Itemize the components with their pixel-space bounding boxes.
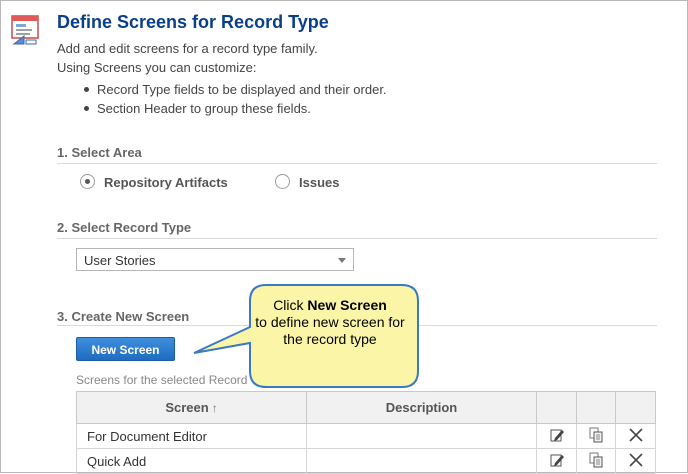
column-header-description: Description xyxy=(306,391,537,424)
page-title: Define Screens for Record Type xyxy=(57,12,329,32)
screen-layout-icon xyxy=(11,15,39,45)
radio-label-issues[interactable]: Issues xyxy=(299,175,339,190)
callout-prefix: Click xyxy=(273,297,308,313)
edit-icon xyxy=(550,429,564,441)
section-divider xyxy=(57,238,657,239)
column-header-edit xyxy=(536,391,577,424)
callout-emphasis: New Screen xyxy=(307,297,387,313)
table-row: Quick Add xyxy=(76,448,656,474)
description-line-1: Add and edit screens for a record type f… xyxy=(57,41,318,56)
copy-icon xyxy=(589,452,603,467)
section-label-area: 1. Select Area xyxy=(57,145,142,160)
close-icon xyxy=(628,427,643,442)
column-header-screen[interactable]: Screen ↑ xyxy=(76,391,307,424)
section-label-new-screen: 3. Create New Screen xyxy=(57,309,190,324)
record-type-select[interactable]: User Stories xyxy=(76,248,354,271)
close-icon xyxy=(628,452,643,467)
section-divider xyxy=(57,163,657,164)
radio-issues[interactable] xyxy=(275,174,290,189)
radio-repository-artifacts[interactable] xyxy=(80,174,95,189)
edit-button[interactable] xyxy=(536,448,577,474)
callout-suffix: to define new screen for the record type xyxy=(255,314,405,347)
delete-button[interactable] xyxy=(615,448,656,474)
screens-table: Screen↑ Description For Document Editor xyxy=(76,391,656,474)
copy-button[interactable] xyxy=(576,423,616,449)
description-cell xyxy=(306,448,537,474)
description-line-2: Using Screens you can customize: xyxy=(57,60,257,75)
column-header-copy xyxy=(576,391,616,424)
screen-name-cell: Quick Add xyxy=(76,448,307,474)
delete-button[interactable] xyxy=(615,423,656,449)
copy-icon xyxy=(589,427,603,442)
feature-item: Record Type fields to be displayed and t… xyxy=(80,80,387,99)
radio-label-repository-artifacts[interactable]: Repository Artifacts xyxy=(104,175,228,190)
feature-list: Record Type fields to be displayed and t… xyxy=(80,80,387,118)
table-header-row: Screen ↑ Description xyxy=(76,391,656,424)
column-header-screen-label: Screen xyxy=(165,400,209,415)
screen-name-cell: For Document Editor xyxy=(76,423,307,449)
table-row: For Document Editor xyxy=(76,423,656,449)
record-type-selected-value: User Stories xyxy=(84,253,156,268)
feature-item: Section Header to group these fields. xyxy=(80,99,387,118)
new-screen-button[interactable]: New Screen xyxy=(76,337,175,361)
column-header-delete xyxy=(615,391,656,424)
edit-button[interactable] xyxy=(536,423,577,449)
sort-ascending-icon: ↑ xyxy=(211,401,218,415)
callout-text: Click New Screen to define new screen fo… xyxy=(255,297,405,348)
copy-button[interactable] xyxy=(576,448,616,474)
edit-icon xyxy=(550,454,564,466)
page-description: Add and edit screens for a record type f… xyxy=(57,39,318,77)
chevron-down-icon xyxy=(338,258,346,263)
description-cell xyxy=(306,423,537,449)
section-label-record-type: 2. Select Record Type xyxy=(57,220,192,235)
